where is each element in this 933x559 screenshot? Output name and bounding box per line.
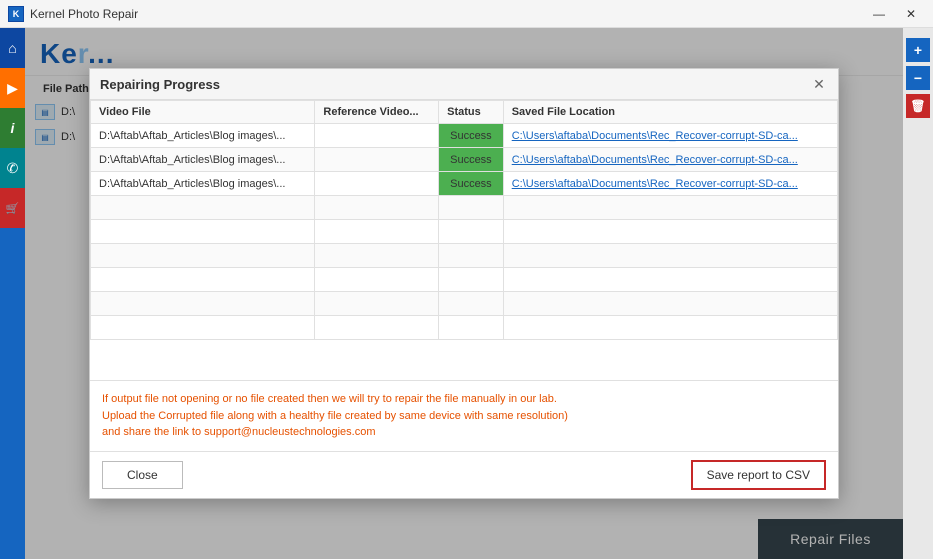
modal-buttons: Close Save report to CSV bbox=[90, 451, 838, 498]
minimize-button[interactable]: — bbox=[865, 4, 893, 24]
title-bar-left: K Kernel Photo Repair bbox=[8, 6, 138, 22]
app-icon: K bbox=[8, 6, 24, 22]
sidebar-item-cart[interactable]: 🛒 bbox=[0, 188, 25, 228]
cell-status-1: Success bbox=[439, 148, 504, 172]
col-header-reference: Reference Video... bbox=[315, 101, 439, 124]
cell-video-2: D:\Aftab\Aftab_Articles\Blog images\... bbox=[91, 172, 315, 196]
table-row-empty bbox=[91, 244, 838, 268]
cell-video-0: D:\Aftab\Aftab_Articles\Blog images\... bbox=[91, 124, 315, 148]
cell-video-1: D:\Aftab\Aftab_Articles\Blog images\... bbox=[91, 148, 315, 172]
col-header-video-file: Video File bbox=[91, 101, 315, 124]
sidebar-item-video[interactable]: ▶ bbox=[0, 68, 25, 108]
cell-saved-1: C:\Users\aftaba\Documents\Rec_Recover-co… bbox=[503, 148, 837, 172]
modal-titlebar: Repairing Progress ✕ bbox=[90, 69, 838, 100]
modal-info-text: If output file not opening or no file cr… bbox=[90, 380, 838, 451]
col-header-saved-location: Saved File Location bbox=[503, 101, 837, 124]
modal-overlay: Repairing Progress ✕ Video File Referenc… bbox=[25, 28, 903, 559]
cell-saved-0: C:\Users\aftaba\Documents\Rec_Recover-co… bbox=[503, 124, 837, 148]
cell-reference-0 bbox=[315, 124, 439, 148]
modal-title: Repairing Progress bbox=[100, 77, 220, 92]
col-header-status: Status bbox=[439, 101, 504, 124]
repair-results-table: Video File Reference Video... Status Sav… bbox=[90, 100, 838, 340]
delete-file-button[interactable]: 🗑 bbox=[906, 94, 930, 118]
modal-close-icon[interactable]: ✕ bbox=[810, 75, 828, 93]
close-button[interactable]: ✕ bbox=[897, 4, 925, 24]
table-row-empty bbox=[91, 220, 838, 244]
title-bar-controls: — ✕ bbox=[865, 4, 925, 24]
table-row-empty bbox=[91, 316, 838, 340]
cell-status-0: Success bbox=[439, 124, 504, 148]
table-row-empty bbox=[91, 292, 838, 316]
remove-file-button[interactable]: − bbox=[906, 66, 930, 90]
main-area: ⌂ ▶ i ✆ 🛒 Ker... File Path ▤ D:\ ▤ D:\ bbox=[0, 28, 933, 559]
table-header-row: Video File Reference Video... Status Sav… bbox=[91, 101, 838, 124]
app-title: Kernel Photo Repair bbox=[30, 7, 138, 21]
app-content: Ker... File Path ▤ D:\ ▤ D:\ Repair File… bbox=[25, 28, 903, 559]
cell-reference-2 bbox=[315, 172, 439, 196]
right-panel: + − 🗑 bbox=[903, 28, 933, 559]
table-row: D:\Aftab\Aftab_Articles\Blog images\... … bbox=[91, 148, 838, 172]
table-row: D:\Aftab\Aftab_Articles\Blog images\... … bbox=[91, 124, 838, 148]
sidebar-item-info[interactable]: i bbox=[0, 108, 25, 148]
left-sidebar: ⌂ ▶ i ✆ 🛒 bbox=[0, 28, 25, 559]
cell-reference-1 bbox=[315, 148, 439, 172]
title-bar: K Kernel Photo Repair — ✕ bbox=[0, 0, 933, 28]
close-modal-button[interactable]: Close bbox=[102, 461, 183, 489]
sidebar-item-phone[interactable]: ✆ bbox=[0, 148, 25, 188]
cell-status-2: Success bbox=[439, 172, 504, 196]
modal-table-container: Video File Reference Video... Status Sav… bbox=[90, 100, 838, 380]
table-row-empty bbox=[91, 268, 838, 292]
table-row: D:\Aftab\Aftab_Articles\Blog images\... … bbox=[91, 172, 838, 196]
save-report-csv-button[interactable]: Save report to CSV bbox=[691, 460, 826, 490]
table-row-empty bbox=[91, 196, 838, 220]
add-file-button[interactable]: + bbox=[906, 38, 930, 62]
cell-saved-2: C:\Users\aftaba\Documents\Rec_Recover-co… bbox=[503, 172, 837, 196]
repairing-progress-modal: Repairing Progress ✕ Video File Referenc… bbox=[89, 68, 839, 499]
sidebar-item-home[interactable]: ⌂ bbox=[0, 28, 25, 68]
